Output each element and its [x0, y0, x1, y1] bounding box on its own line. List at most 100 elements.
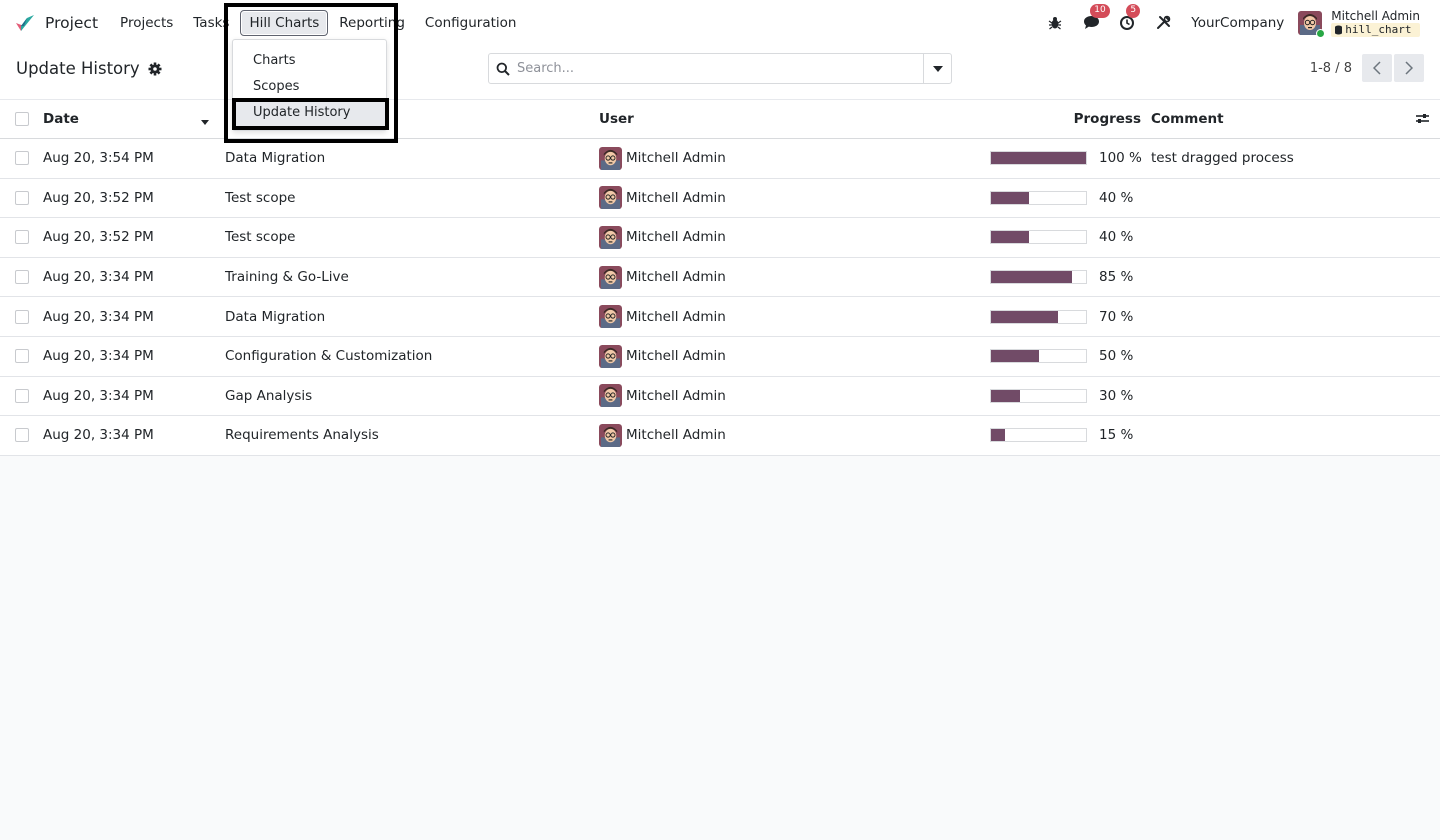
- menu-tasks[interactable]: Tasks: [184, 10, 238, 36]
- progress-bar-fill: [991, 350, 1039, 363]
- row-checkbox[interactable]: [15, 388, 29, 403]
- column-header-progress[interactable]: Progress: [1074, 111, 1141, 127]
- bug-icon[interactable]: [1043, 11, 1067, 35]
- progress-percent: 40 %: [1099, 189, 1134, 206]
- database-name: hill_chart: [1345, 22, 1412, 36]
- row-comment: test dragged process: [1151, 150, 1294, 167]
- messages-count-badge: 10: [1090, 3, 1110, 18]
- row-user: Mitchell Admin: [599, 266, 726, 289]
- update-history-list: Date User Progress Comment Aug 20, 3:54 …: [0, 100, 1440, 456]
- user-name: Mitchell Admin: [1331, 8, 1420, 23]
- row-user: Mitchell Admin: [599, 186, 726, 209]
- row-user-name: Mitchell Admin: [626, 348, 726, 365]
- row-date: Aug 20, 3:34 PM: [43, 269, 154, 286]
- dropdown-item-scopes[interactable]: Scopes: [253, 79, 299, 94]
- search-options-toggle[interactable]: [923, 54, 951, 83]
- table-row[interactable]: Aug 20, 3:34 PM Training & Go-Live Mitchel…: [0, 258, 1440, 298]
- row-checkbox[interactable]: [15, 428, 29, 443]
- row-user: Mitchell Admin: [599, 147, 726, 170]
- search-bar: [488, 53, 952, 84]
- user-menu[interactable]: Mitchell Admin hill_chart: [1298, 8, 1420, 38]
- top-navbar: Project Projects Tasks Hill Charts Repor…: [0, 0, 1440, 45]
- optional-columns-icon[interactable]: [1415, 112, 1430, 125]
- table-row[interactable]: Aug 20, 3:34 PM Requirements Analysis Mitc…: [0, 416, 1440, 456]
- search-icon: [489, 62, 517, 76]
- dropdown-item-update-history[interactable]: Update History: [253, 105, 350, 120]
- pager-next-button[interactable]: [1394, 54, 1424, 82]
- pager-value[interactable]: 1-8 / 8: [1310, 61, 1352, 76]
- menu-projects[interactable]: Projects: [111, 10, 182, 36]
- project-app-icon: [16, 14, 34, 31]
- chevron-right-icon: [1405, 61, 1413, 75]
- search-input[interactable]: [517, 61, 923, 76]
- table-row[interactable]: Aug 20, 3:52 PM Test scope Mitchell Admin 4…: [0, 218, 1440, 258]
- user-avatar: [599, 305, 622, 328]
- row-date: Aug 20, 3:52 PM: [43, 189, 154, 206]
- row-checkbox[interactable]: [15, 230, 29, 245]
- column-header-user[interactable]: User: [599, 111, 634, 127]
- progress-bar-fill: [991, 429, 1006, 442]
- row-checkbox[interactable]: [15, 349, 29, 364]
- row-checkbox[interactable]: [15, 309, 29, 324]
- main-menu: Projects Tasks Hill Charts Reporting Con…: [110, 9, 526, 36]
- company-switcher[interactable]: YourCompany: [1191, 15, 1284, 31]
- table-row[interactable]: Aug 20, 3:34 PM Data Migration Mitchell Ad…: [0, 297, 1440, 337]
- user-avatar: [599, 384, 622, 407]
- user-avatar: [599, 266, 622, 289]
- activity-clock-icon[interactable]: 5: [1115, 3, 1141, 35]
- progress-percent: 70 %: [1099, 308, 1134, 325]
- row-user-name: Mitchell Admin: [626, 269, 726, 286]
- row-checkbox[interactable]: [15, 190, 29, 205]
- caret-down-icon: [932, 65, 943, 72]
- column-header-date[interactable]: Date: [43, 111, 79, 127]
- progress-bar-fill: [991, 389, 1020, 402]
- progress-percent: 100 %: [1099, 150, 1142, 167]
- dropdown-item-charts[interactable]: Charts: [253, 53, 296, 68]
- row-user: Mitchell Admin: [599, 305, 726, 328]
- progress-bar: [990, 428, 1087, 443]
- row-scope: Data Migration: [225, 150, 326, 167]
- row-scope: Configuration & Customization: [225, 348, 433, 365]
- row-user-name: Mitchell Admin: [626, 308, 726, 325]
- table-row[interactable]: Aug 20, 3:54 PM Data Migration Mitchell Ad…: [0, 139, 1440, 179]
- row-date: Aug 20, 3:34 PM: [43, 387, 154, 404]
- progress-percent: 85 %: [1099, 269, 1134, 286]
- row-date: Aug 20, 3:34 PM: [43, 348, 154, 365]
- row-date: Aug 20, 3:52 PM: [43, 229, 154, 246]
- progress-bar-fill: [991, 271, 1072, 284]
- gear-icon[interactable]: [148, 62, 162, 76]
- pager-previous-button[interactable]: [1362, 54, 1392, 82]
- row-user: Mitchell Admin: [599, 226, 726, 249]
- hill-charts-dropdown: Charts Scopes Update History: [232, 39, 387, 131]
- progress-bar-fill: [991, 310, 1058, 323]
- table-row[interactable]: Aug 20, 3:52 PM Test scope Mitchell Admin 4…: [0, 179, 1440, 219]
- table-row[interactable]: Aug 20, 3:34 PM Configuration & Customiza…: [0, 337, 1440, 377]
- user-avatar: [599, 147, 622, 170]
- menu-configuration[interactable]: Configuration: [416, 10, 526, 36]
- row-checkbox[interactable]: [15, 151, 29, 166]
- app-name: Project: [45, 13, 99, 32]
- row-scope: Gap Analysis: [225, 387, 313, 404]
- row-scope: Test scope: [225, 229, 296, 246]
- menu-reporting[interactable]: Reporting: [330, 10, 414, 36]
- tools-icon[interactable]: [1151, 11, 1175, 35]
- menu-hill-charts[interactable]: Hill Charts: [240, 9, 329, 36]
- row-checkbox[interactable]: [15, 270, 29, 285]
- progress-bar-fill: [991, 231, 1029, 244]
- user-avatar: [599, 186, 622, 209]
- progress-bar-fill: [991, 191, 1029, 204]
- progress-percent: 15 %: [1099, 427, 1134, 444]
- chevron-left-icon: [1373, 61, 1381, 75]
- row-user: Mitchell Admin: [599, 345, 726, 368]
- select-all-checkbox[interactable]: [15, 112, 29, 126]
- user-avatar: [599, 345, 622, 368]
- user-avatar: [599, 226, 622, 249]
- column-header-comment[interactable]: Comment: [1151, 111, 1224, 127]
- user-avatar: [1298, 11, 1326, 38]
- messages-icon[interactable]: 10: [1079, 3, 1110, 35]
- progress-bar: [990, 388, 1087, 403]
- online-status-icon: [1316, 28, 1326, 38]
- row-user-name: Mitchell Admin: [626, 427, 726, 444]
- table-row[interactable]: Aug 20, 3:34 PM Gap Analysis Mitchell Admi…: [0, 377, 1440, 417]
- app-brand[interactable]: Project: [14, 12, 98, 34]
